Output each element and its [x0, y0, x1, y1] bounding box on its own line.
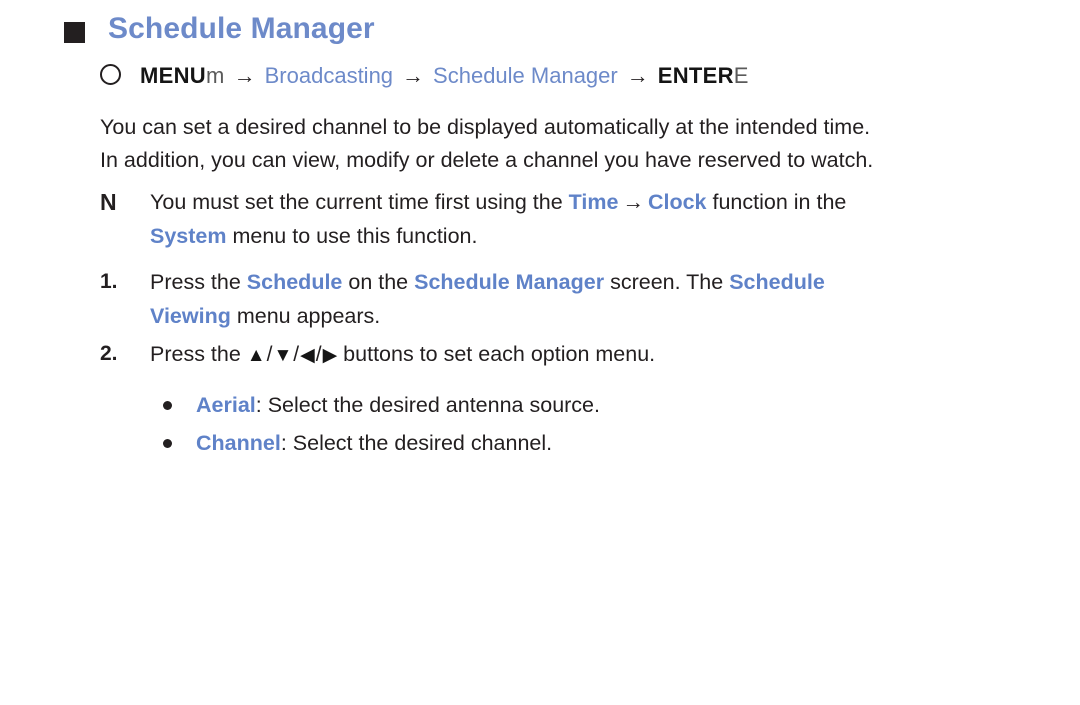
- list-item: Aerial: Select the desired antenna sourc…: [163, 388, 600, 422]
- step-text: screen. The: [604, 270, 730, 294]
- step-content: Press the Schedule on the Schedule Manag…: [150, 265, 825, 333]
- menu-key-label: MENU: [140, 63, 206, 88]
- step-menu-schedule-manager: Schedule Manager: [414, 270, 605, 294]
- enter-key-label: ENTER: [657, 63, 734, 88]
- list-item: Channel: Select the desired channel.: [163, 426, 552, 460]
- note-text: You must set the current time first usin…: [150, 190, 569, 214]
- note-menu-time: Time: [568, 190, 619, 214]
- step-menu-schedule-2: Schedule: [729, 270, 825, 294]
- note-text: menu to use this function.: [226, 224, 478, 248]
- manual-page: Schedule Manager MENU m → Broadcasting → …: [0, 0, 1080, 705]
- page-heading: Schedule Manager: [0, 10, 375, 48]
- step-content: Press the ▲/▼/◀/▶ buttons to set each op…: [150, 337, 655, 373]
- step-line-2: Viewing menu appears.: [150, 299, 825, 333]
- enter-key-glyph-icon: E: [733, 63, 749, 88]
- note-menu-clock: Clock: [647, 190, 707, 214]
- menu-key-glyph-icon: m: [205, 63, 225, 88]
- arrow-right-icon: →: [402, 63, 425, 88]
- step-line-1: Press the Schedule on the Schedule Manag…: [150, 265, 825, 299]
- note-content: You must set the current time first usin…: [150, 185, 846, 253]
- bullet-dot-icon: [163, 401, 172, 410]
- note-line-2: System menu to use this function.: [150, 219, 846, 253]
- key-separator: /: [293, 343, 300, 366]
- key-separator: /: [315, 343, 322, 366]
- note-line-1: You must set the current time first usin…: [150, 185, 846, 219]
- note-text: function in the: [706, 190, 847, 214]
- step-line-1: Press the ▲/▼/◀/▶ buttons to set each op…: [150, 337, 655, 373]
- step-number: 1.: [100, 270, 118, 293]
- bullet-description: : Select the desired antenna source.: [255, 393, 600, 417]
- step-item: 2. Press the ▲/▼/◀/▶ buttons to set each…: [100, 337, 655, 373]
- paragraph-line: In addition, you can view, modify or del…: [100, 148, 874, 172]
- step-text: Press the: [150, 342, 247, 366]
- bullet-menu-aerial: Aerial: [196, 393, 256, 417]
- description-paragraph: You can set a desired channel to be disp…: [100, 111, 1040, 177]
- arrow-left-icon: ◀: [300, 345, 315, 366]
- menu-path-item-broadcasting: Broadcasting: [264, 63, 394, 88]
- square-bullet-icon: [64, 22, 85, 43]
- circle-outline-icon: [100, 64, 121, 85]
- note-marker-icon: N: [100, 189, 117, 215]
- note-menu-system: System: [150, 224, 227, 248]
- menu-path-items: MENU m → Broadcasting → Schedule Manager …: [140, 61, 749, 91]
- step-menu-schedule: Schedule: [246, 270, 343, 294]
- bullet-content: Channel: Select the desired channel.: [196, 426, 552, 460]
- step-text: menu appears.: [230, 304, 381, 328]
- bullet-content: Aerial: Select the desired antenna sourc…: [196, 388, 600, 422]
- arrow-down-icon: ▼: [273, 345, 293, 366]
- arrow-right-icon: →: [622, 190, 644, 214]
- step-text: Press the: [150, 270, 247, 294]
- arrow-up-icon: ▲: [246, 345, 266, 366]
- direction-keys: ▲/▼/◀/▶: [246, 343, 338, 366]
- bullet-description: : Select the desired channel.: [280, 431, 553, 455]
- bullet-menu-channel: Channel: [196, 431, 281, 455]
- arrow-right-icon: →: [233, 63, 256, 88]
- note-block: N You must set the current time first us…: [100, 185, 846, 253]
- menu-path-item-schedule-manager: Schedule Manager: [433, 63, 618, 88]
- paragraph-line: You can set a desired channel to be disp…: [100, 115, 871, 139]
- step-item: 1. Press the Schedule on the Schedule Ma…: [100, 265, 825, 333]
- arrow-right-icon: ▶: [322, 345, 338, 366]
- step-text: buttons to set each option menu.: [337, 342, 656, 366]
- arrow-right-icon: →: [626, 63, 649, 88]
- step-menu-viewing: Viewing: [150, 304, 231, 328]
- bullet-dot-icon: [163, 439, 172, 448]
- step-number: 2.: [100, 342, 118, 365]
- step-text: on the: [342, 270, 415, 294]
- menu-path: MENU m → Broadcasting → Schedule Manager …: [100, 61, 749, 91]
- page-title: Schedule Manager: [108, 12, 375, 45]
